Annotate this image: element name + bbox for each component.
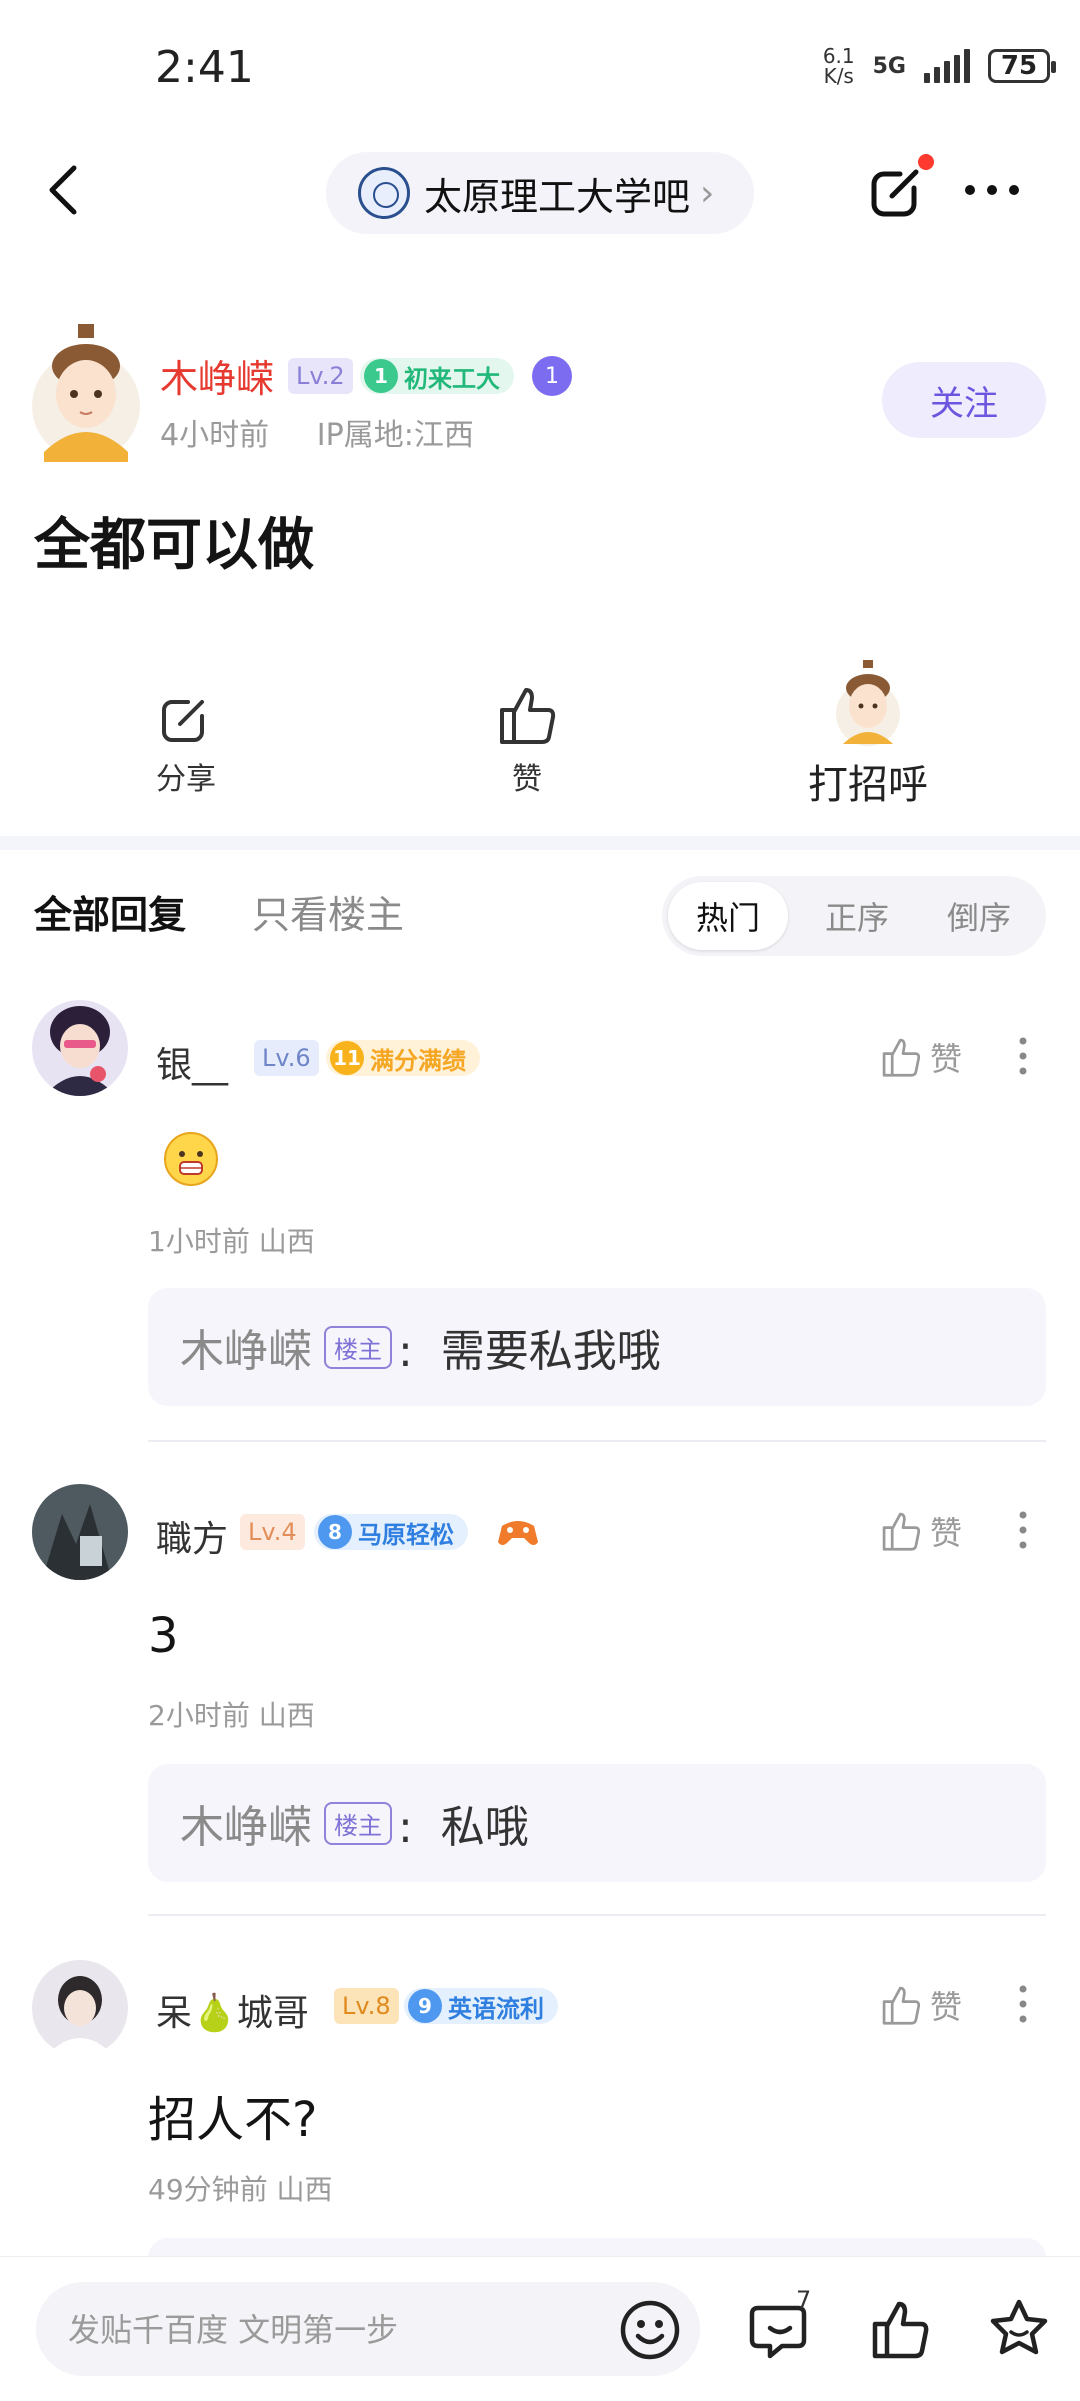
chevron-right-icon: › bbox=[700, 172, 715, 214]
post-time: 4小时前 bbox=[160, 418, 270, 453]
reply-content: 招人不? bbox=[148, 2092, 318, 2148]
notification-dot bbox=[918, 154, 934, 170]
sub-reply-author[interactable]: 木峥嵘 bbox=[180, 1315, 312, 1379]
reply-like-button[interactable]: 赞 bbox=[880, 1508, 962, 1554]
title-badge-label: 马原轻松 bbox=[358, 1520, 454, 1549]
sub-reply-text: : 私哦 bbox=[398, 1802, 529, 1853]
level-badge: Lv.4 bbox=[240, 1514, 305, 1550]
thumbs-up-icon bbox=[882, 1986, 921, 2025]
greet-label: 打招呼 bbox=[808, 762, 928, 808]
reply-input[interactable] bbox=[36, 2282, 700, 2378]
like-button[interactable]: 赞 bbox=[496, 682, 558, 798]
emoji-sticker-icon bbox=[164, 1132, 218, 1186]
ip-location: IP属地:江西 bbox=[316, 418, 474, 453]
share-button[interactable]: 分享 bbox=[156, 688, 216, 798]
reply-avatar[interactable] bbox=[32, 1960, 128, 2056]
thumbs-up-icon bbox=[882, 1512, 921, 1551]
thumbs-up-icon bbox=[500, 688, 556, 744]
comment-count: 7 bbox=[796, 2286, 812, 2314]
sub-reply-author[interactable]: 木峥嵘 bbox=[180, 1791, 312, 1855]
reply-avatar[interactable] bbox=[32, 1484, 128, 1580]
title-badge: 1 初来工大 bbox=[360, 358, 514, 394]
title-badge-label: 初来工大 bbox=[404, 364, 500, 393]
reply-divider bbox=[148, 1440, 1046, 1442]
title-badge: 11 满分满绩 bbox=[326, 1040, 480, 1076]
level-badge: Lv.2 bbox=[288, 358, 353, 394]
net-speed: 6.1 K/s bbox=[823, 46, 855, 86]
bell-badge-icon: 1 bbox=[532, 356, 572, 396]
reply-time: 2小时前 山西 bbox=[148, 1699, 315, 1732]
more-icon[interactable] bbox=[962, 178, 1022, 202]
title-badge-number: 11 bbox=[330, 1041, 364, 1075]
title-badge-number: 8 bbox=[318, 1515, 352, 1549]
greet-avatar-icon bbox=[836, 660, 900, 746]
post-title: 全都可以做 bbox=[34, 513, 314, 578]
level-badge: Lv.8 bbox=[334, 1988, 399, 2024]
back-icon[interactable] bbox=[40, 160, 90, 220]
tab-owner-only[interactable]: 只看楼主 bbox=[252, 884, 404, 939]
status-icons: 6.1 K/s 5G 75 bbox=[823, 46, 1056, 86]
network-type: 5G bbox=[872, 53, 906, 79]
author-name[interactable]: 木峥嵘 bbox=[160, 348, 274, 403]
level-badge: Lv.6 bbox=[254, 1040, 319, 1076]
title-badge-label: 满分满绩 bbox=[370, 1046, 466, 1075]
sort-descending[interactable]: 倒序 bbox=[924, 886, 1034, 946]
forum-logo-icon bbox=[358, 167, 410, 219]
sub-reply-content: 需要私我哦 bbox=[440, 1326, 661, 1377]
title-badge-number: 9 bbox=[408, 1989, 442, 2023]
reply-like-button[interactable]: 赞 bbox=[880, 1982, 962, 2028]
avatar[interactable] bbox=[30, 322, 142, 462]
forum-button[interactable]: 太原理工大学吧 › bbox=[326, 152, 754, 234]
more-vertical-icon[interactable] bbox=[1018, 1984, 1028, 2024]
forum-name: 太原理工大学吧 bbox=[424, 174, 691, 219]
sort-hot[interactable]: 热门 bbox=[668, 882, 788, 950]
follow-button[interactable]: 关注 bbox=[882, 362, 1046, 438]
more-vertical-icon[interactable] bbox=[1018, 1510, 1028, 1550]
gamepad-icon bbox=[498, 1521, 538, 1545]
title-badge: 9 英语流利 bbox=[404, 1988, 558, 2024]
battery-level: 75 bbox=[1000, 51, 1038, 81]
net-speed-unit: K/s bbox=[823, 64, 854, 88]
reply-content: 3 bbox=[148, 1608, 179, 1664]
greet-button[interactable]: 打招呼 bbox=[808, 660, 928, 810]
section-divider bbox=[0, 836, 1080, 850]
reply-like-label: 赞 bbox=[930, 1040, 963, 1078]
reply-input-field[interactable] bbox=[66, 2282, 610, 2378]
emoji-icon[interactable] bbox=[618, 2298, 682, 2362]
reply-time: 1小时前 山西 bbox=[148, 1225, 315, 1258]
author-meta: 4小时前 IP属地:江西 bbox=[160, 410, 474, 454]
reply-like-label: 赞 bbox=[930, 1988, 963, 2026]
sub-reply[interactable]: 木峥嵘 楼主 : 私哦 bbox=[148, 1764, 1046, 1882]
reply-like-button[interactable]: 赞 bbox=[880, 1034, 962, 1080]
thumbs-up-icon[interactable] bbox=[868, 2296, 932, 2362]
signal-icon bbox=[924, 49, 970, 83]
star-icon[interactable] bbox=[986, 2296, 1052, 2362]
tab-all-replies[interactable]: 全部回复 bbox=[34, 884, 186, 939]
reply-username[interactable]: 呆🍐城哥 bbox=[156, 1984, 309, 2036]
sub-reply[interactable]: 木峥嵘 楼主 : 需要私我哦 bbox=[148, 1288, 1046, 1406]
title-badge: 8 马原轻松 bbox=[314, 1514, 468, 1550]
owner-tag: 楼主 bbox=[324, 1801, 392, 1845]
sub-reply-content: 私哦 bbox=[440, 1802, 529, 1853]
reply-avatar[interactable] bbox=[32, 1000, 128, 1096]
net-speed-value: 6.1 bbox=[822, 44, 855, 68]
battery-icon: 75 bbox=[988, 49, 1056, 83]
owner-tag: 楼主 bbox=[324, 1325, 392, 1369]
thumbs-up-icon bbox=[882, 1038, 921, 1077]
share-label: 分享 bbox=[156, 762, 216, 797]
reply-username[interactable]: 银__ bbox=[156, 1036, 228, 1088]
sort-toggle: 热门 正序 倒序 bbox=[662, 876, 1046, 956]
reply-username[interactable]: 職方 bbox=[156, 1510, 228, 1562]
reply-time: 49分钟前 山西 bbox=[148, 2173, 333, 2206]
reply-like-label: 赞 bbox=[930, 1514, 963, 1552]
more-vertical-icon[interactable] bbox=[1018, 1036, 1028, 1076]
reply-divider bbox=[148, 1914, 1046, 1916]
sort-ascending[interactable]: 正序 bbox=[802, 886, 912, 946]
share-icon bbox=[162, 700, 204, 742]
title-badge-label: 英语流利 bbox=[448, 1994, 544, 2023]
sub-reply-text: : 需要私我哦 bbox=[398, 1326, 661, 1377]
title-badge-number: 1 bbox=[364, 359, 398, 393]
like-label: 赞 bbox=[512, 762, 542, 797]
status-time: 2:41 bbox=[155, 42, 254, 93]
